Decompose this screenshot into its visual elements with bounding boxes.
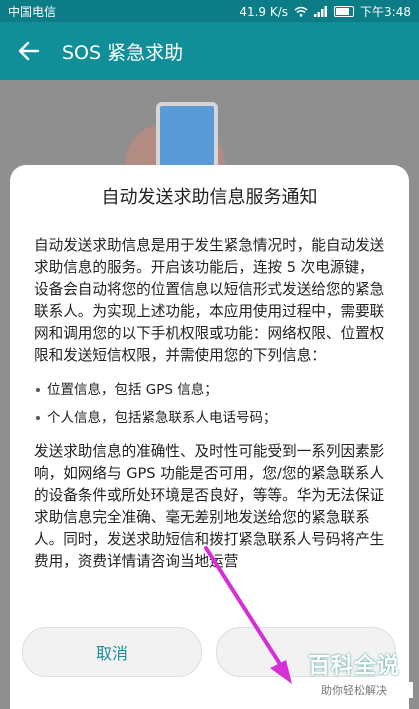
- watermark-logo: 百科全说 助你轻松解决: [295, 648, 413, 704]
- watermark-sub-text: 助你轻松解决: [295, 682, 413, 698]
- watermark-main-text: 百科全说: [307, 654, 400, 679]
- pointer-arrow-icon: [204, 546, 292, 684]
